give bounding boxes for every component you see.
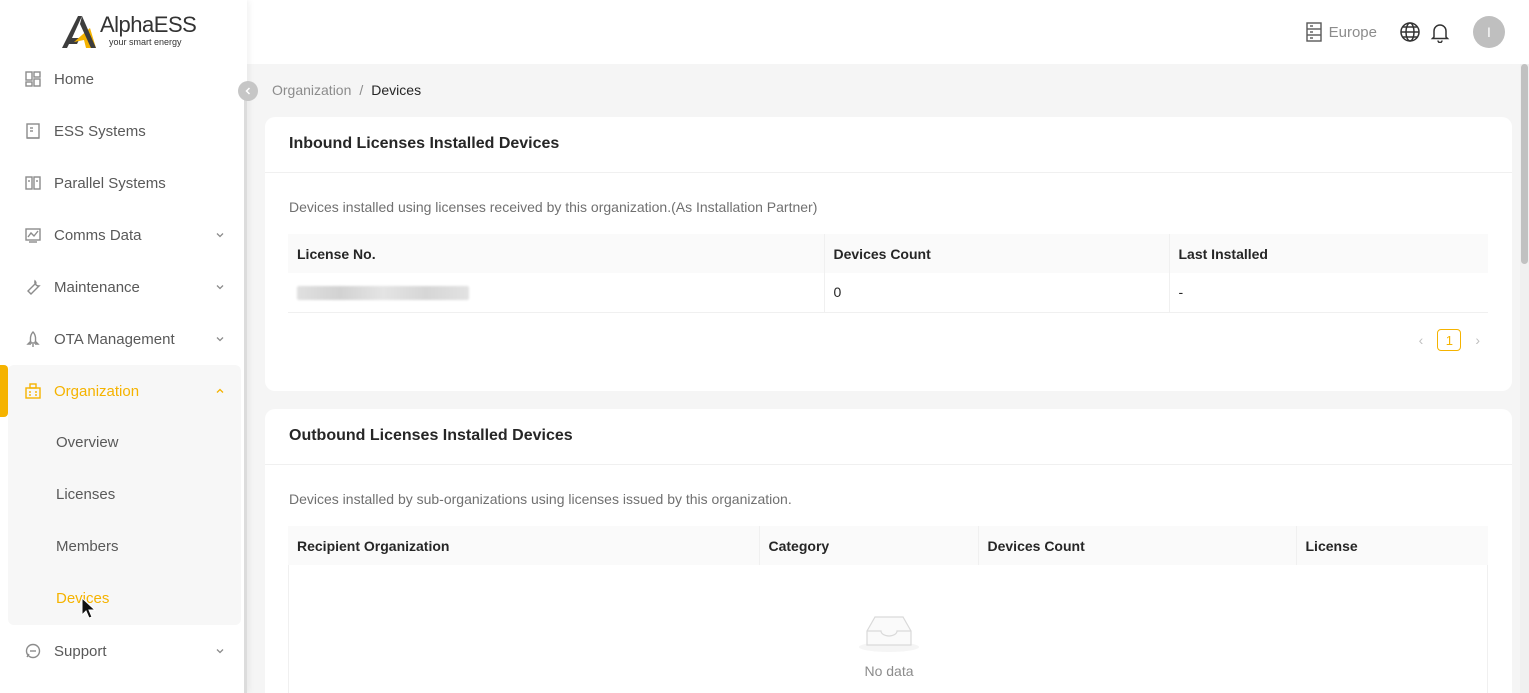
sidebar-item-ota-management[interactable]: OTA Management (8, 313, 241, 365)
devices-count-cell: 0 (824, 273, 1170, 313)
headset-icon (25, 643, 41, 659)
sidebar-scrollbar[interactable] (244, 95, 247, 693)
column-header: License (1296, 526, 1488, 565)
sidebar-item-support[interactable]: Support (8, 625, 241, 677)
org-icon (25, 383, 41, 399)
breadcrumb-organization[interactable]: Organization (272, 82, 351, 98)
sidebar-item-label: OTA Management (54, 330, 175, 348)
license-no-cell (288, 273, 825, 313)
last-installed-cell: - (1169, 273, 1488, 313)
card-description: Devices installed using licenses receive… (289, 199, 818, 215)
mouse-cursor-icon (81, 597, 97, 619)
inbound-table: License No. Devices Count Last Installed… (288, 234, 1488, 313)
wrench-icon (27, 279, 41, 295)
brand-name: AlphaESS (100, 12, 197, 37)
empty-state: No data (288, 565, 1488, 693)
table-row[interactable]: 0 - (288, 273, 1488, 313)
top-header: Europe I (247, 0, 1529, 64)
chart-icon (25, 228, 41, 243)
chevron-left-icon (245, 87, 251, 95)
alphaess-logo[interactable]: AlphaESS your smart energy (60, 12, 197, 52)
sidebar-item-label: Comms Data (54, 226, 142, 244)
column-header: Last Installed (1169, 234, 1488, 273)
logo-mark-icon (62, 16, 96, 48)
building-icon (26, 123, 40, 139)
avatar[interactable]: I (1473, 16, 1505, 48)
chevron-down-icon (216, 337, 224, 342)
sidebar: AlphaESS your smart energy Home ESS Syst… (0, 0, 247, 693)
sidebar-item-home[interactable]: Home (8, 53, 241, 105)
breadcrumb-current: Devices (371, 82, 422, 98)
sidebar-item-ess-systems[interactable]: ESS Systems (8, 105, 241, 157)
table-header-row: License No. Devices Count Last Installed (288, 234, 1488, 273)
card-description: Devices installed by sub-organizations u… (289, 491, 792, 507)
column-header: Devices Count (824, 234, 1170, 273)
active-indicator (0, 365, 8, 417)
empty-text: No data (864, 663, 914, 679)
region-label: Europe (1328, 23, 1377, 41)
sidebar-subitem-licenses[interactable]: Licenses (56, 486, 115, 503)
brand-tagline: your smart energy (109, 37, 182, 47)
divider (265, 464, 1512, 465)
chevron-down-icon (216, 649, 224, 654)
rocket-icon (26, 331, 40, 347)
sidebar-subitem-members[interactable]: Members (56, 538, 119, 555)
main-scrollbar-thumb[interactable] (1521, 64, 1528, 264)
next-page-button[interactable]: › (1475, 332, 1480, 348)
parallel-icon (25, 176, 41, 190)
home-grid-icon (25, 71, 41, 87)
sidebar-item-maintenance[interactable]: Maintenance (8, 261, 241, 313)
column-header: Category (759, 526, 979, 565)
sidebar-item-label: Organization (54, 382, 140, 400)
sidebar-item-label: ESS Systems (54, 122, 146, 140)
pagination: ‹ 1 › (1419, 329, 1480, 351)
breadcrumb-separator: / (359, 82, 364, 98)
column-header: License No. (288, 234, 825, 273)
collapse-sidebar-button[interactable] (238, 81, 258, 101)
sidebar-item-label: Home (54, 70, 95, 88)
breadcrumb: Organization / Devices (272, 82, 421, 98)
region-selector[interactable]: Europe (1305, 22, 1377, 42)
card-title: Outbound Licenses Installed Devices (289, 427, 573, 444)
inbound-licenses-card: Inbound Licenses Installed Devices Devic… (265, 117, 1512, 391)
redacted-license (297, 286, 469, 301)
empty-inbox-icon (859, 616, 919, 652)
column-header: Recipient Organization (288, 526, 760, 565)
sidebar-item-comms-data[interactable]: Comms Data (8, 209, 241, 261)
prev-page-button[interactable]: ‹ (1419, 332, 1424, 348)
chevron-down-icon (216, 233, 224, 238)
column-header: Devices Count (978, 526, 1297, 565)
sidebar-item-parallel-systems[interactable]: Parallel Systems (8, 157, 241, 209)
sidebar-item-label: Maintenance (54, 278, 140, 296)
bell-icon[interactable] (1429, 21, 1451, 43)
sidebar-item-label: Parallel Systems (54, 174, 166, 192)
sidebar-item-label: Support (54, 642, 107, 660)
divider (265, 172, 1512, 173)
table-header-row: Recipient Organization Category Devices … (288, 526, 1488, 565)
card-title: Inbound Licenses Installed Devices (289, 135, 560, 152)
page-number-button[interactable]: 1 (1437, 329, 1462, 351)
sidebar-item-organization[interactable]: Organization (8, 365, 241, 417)
outbound-table: Recipient Organization Category Devices … (288, 526, 1488, 565)
chevron-down-icon (216, 285, 224, 290)
sidebar-subitem-overview[interactable]: Overview (56, 434, 119, 451)
globe-icon[interactable] (1399, 21, 1421, 43)
chevron-up-icon (216, 388, 224, 393)
outbound-licenses-card: Outbound Licenses Installed Devices Devi… (265, 409, 1512, 693)
server-icon (1305, 22, 1322, 42)
